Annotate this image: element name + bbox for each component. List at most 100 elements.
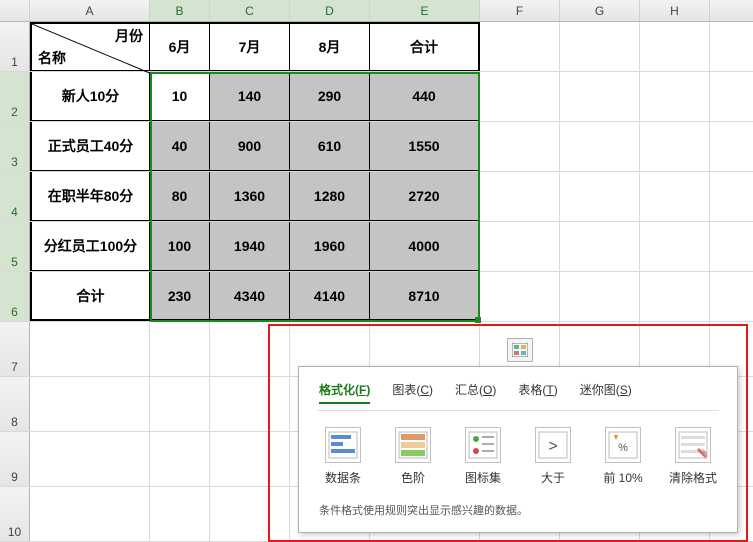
row-name-cell[interactable]: 在职半年80分 [30, 172, 150, 221]
empty-cell[interactable] [30, 322, 150, 376]
qa-tabs: 格式化(F) 图表(C) 汇总(O) 表格(T) 迷你图(S) [317, 379, 719, 410]
qa-option-5[interactable]: 清除格式 [669, 427, 717, 486]
col-header-H[interactable]: H [640, 0, 710, 21]
empty-cell[interactable] [480, 72, 560, 121]
data-cell[interactable]: 80 [150, 172, 210, 221]
empty-cell[interactable] [480, 172, 560, 221]
row-sum-cell[interactable]: 4000 [370, 222, 480, 271]
row-name-cell[interactable]: 分红员工100分 [30, 222, 150, 271]
qa-option-3[interactable]: > 大于 [529, 427, 577, 486]
row-sum-cell[interactable]: 1550 [370, 122, 480, 171]
qa-tab-f[interactable]: 格式化(F) [319, 381, 370, 404]
footer-sum-cell[interactable]: 8710 [370, 272, 480, 321]
header-month-2[interactable]: 7月 [210, 22, 290, 71]
qa-option-4[interactable]: %前 10% [599, 427, 647, 486]
row-header-10[interactable]: 10 [0, 487, 30, 541]
empty-cell[interactable] [480, 22, 560, 71]
empty-cell[interactable] [560, 222, 640, 271]
footer-label-cell[interactable]: 合计 [30, 272, 150, 321]
empty-cell[interactable] [480, 272, 560, 321]
col-header-E[interactable]: E [370, 0, 480, 21]
empty-cell[interactable] [560, 22, 640, 71]
grid-row: 6 合计 230 4340 4140 8710 [0, 272, 753, 322]
data-cell[interactable]: 900 [210, 122, 290, 171]
footer-val-cell[interactable]: 230 [150, 272, 210, 321]
qa-description: 条件格式使用规则突出显示感兴趣的数据。 [317, 496, 719, 518]
empty-cell[interactable] [560, 72, 640, 121]
svg-text:%: % [618, 442, 628, 454]
empty-cell[interactable] [640, 22, 710, 71]
quick-analysis-popup: 格式化(F) 图表(C) 汇总(O) 表格(T) 迷你图(S) 数据条色阶图标集 > 大于%… [298, 366, 738, 533]
data-cell[interactable]: 290 [290, 72, 370, 121]
grid-row: 1 月份 名称 6月 7月 8月 合计 [0, 22, 753, 72]
data-cell[interactable]: 1360 [210, 172, 290, 221]
qa-option-label: 大于 [541, 469, 565, 486]
header-total[interactable]: 合计 [370, 22, 480, 71]
empty-cell[interactable] [30, 432, 150, 486]
qa-tab-s[interactable]: 迷你图(S) [580, 381, 632, 404]
data-cell[interactable]: 1940 [210, 222, 290, 271]
header-month-1[interactable]: 6月 [150, 22, 210, 71]
row-sum-cell[interactable]: 2720 [370, 172, 480, 221]
qa-option-2[interactable]: 图标集 [459, 427, 507, 486]
row-header-4[interactable]: 4 [0, 172, 30, 221]
col-header-C[interactable]: C [210, 0, 290, 21]
row-header-1[interactable]: 1 [0, 22, 30, 71]
empty-cell[interactable] [150, 377, 210, 431]
footer-val-cell[interactable]: 4140 [290, 272, 370, 321]
qa-tab-t[interactable]: 表格(T) [518, 381, 557, 404]
row-header-8[interactable]: 8 [0, 377, 30, 431]
empty-cell[interactable] [560, 272, 640, 321]
data-cell[interactable]: 10 [150, 72, 210, 121]
qa-tab-c[interactable]: 图表(C) [392, 381, 433, 404]
col-header-G[interactable]: G [560, 0, 640, 21]
diag-header-cell[interactable]: 月份 名称 [30, 22, 150, 71]
data-cell[interactable]: 1960 [290, 222, 370, 271]
data-cell[interactable]: 40 [150, 122, 210, 171]
empty-cell[interactable] [480, 122, 560, 171]
empty-cell[interactable] [30, 487, 150, 541]
row-header-3[interactable]: 3 [0, 122, 30, 171]
data-cell[interactable]: 100 [150, 222, 210, 271]
qa-option-label: 图标集 [465, 469, 501, 486]
col-header-D[interactable]: D [290, 0, 370, 21]
qa-option-label: 清除格式 [669, 469, 717, 486]
empty-cell[interactable] [640, 122, 710, 171]
empty-cell[interactable] [640, 72, 710, 121]
grid-area[interactable]: 1 月份 名称 6月 7月 8月 合计 2新人10分101402904403正式… [0, 22, 753, 542]
data-cell[interactable]: 1280 [290, 172, 370, 221]
svg-text:>: > [548, 438, 557, 455]
footer-val-cell[interactable]: 4340 [210, 272, 290, 321]
data-cell[interactable]: 140 [210, 72, 290, 121]
empty-cell[interactable] [30, 377, 150, 431]
data-cell[interactable]: 610 [290, 122, 370, 171]
empty-cell[interactable] [560, 122, 640, 171]
empty-cell[interactable] [560, 172, 640, 221]
grid-row: 5分红员工100分100194019604000 [0, 222, 753, 272]
row-header-5[interactable]: 5 [0, 222, 30, 271]
row-name-cell[interactable]: 正式员工40分 [30, 122, 150, 171]
empty-cell[interactable] [640, 172, 710, 221]
qa-option-0[interactable]: 数据条 [319, 427, 367, 486]
header-month-3[interactable]: 8月 [290, 22, 370, 71]
row-sum-cell[interactable]: 440 [370, 72, 480, 121]
row-header-7[interactable]: 7 [0, 322, 30, 376]
qa-options: 数据条色阶图标集 > 大于 %前 10% 清除格式 [317, 423, 719, 496]
col-header-F[interactable]: F [480, 0, 560, 21]
empty-cell[interactable] [150, 432, 210, 486]
empty-cell[interactable] [480, 222, 560, 271]
empty-cell[interactable] [150, 322, 210, 376]
empty-cell[interactable] [640, 222, 710, 271]
row-header-2[interactable]: 2 [0, 72, 30, 121]
col-header-A[interactable]: A [30, 0, 150, 21]
col-header-B[interactable]: B [150, 0, 210, 21]
grid-row: 3正式员工40分409006101550 [0, 122, 753, 172]
empty-cell[interactable] [640, 272, 710, 321]
row-header-9[interactable]: 9 [0, 432, 30, 486]
select-all-corner[interactable] [0, 0, 30, 21]
empty-cell[interactable] [150, 487, 210, 541]
row-name-cell[interactable]: 新人10分 [30, 72, 150, 121]
row-header-6[interactable]: 6 [0, 272, 30, 321]
qa-option-1[interactable]: 色阶 [389, 427, 437, 486]
qa-tab-o[interactable]: 汇总(O) [455, 381, 496, 404]
